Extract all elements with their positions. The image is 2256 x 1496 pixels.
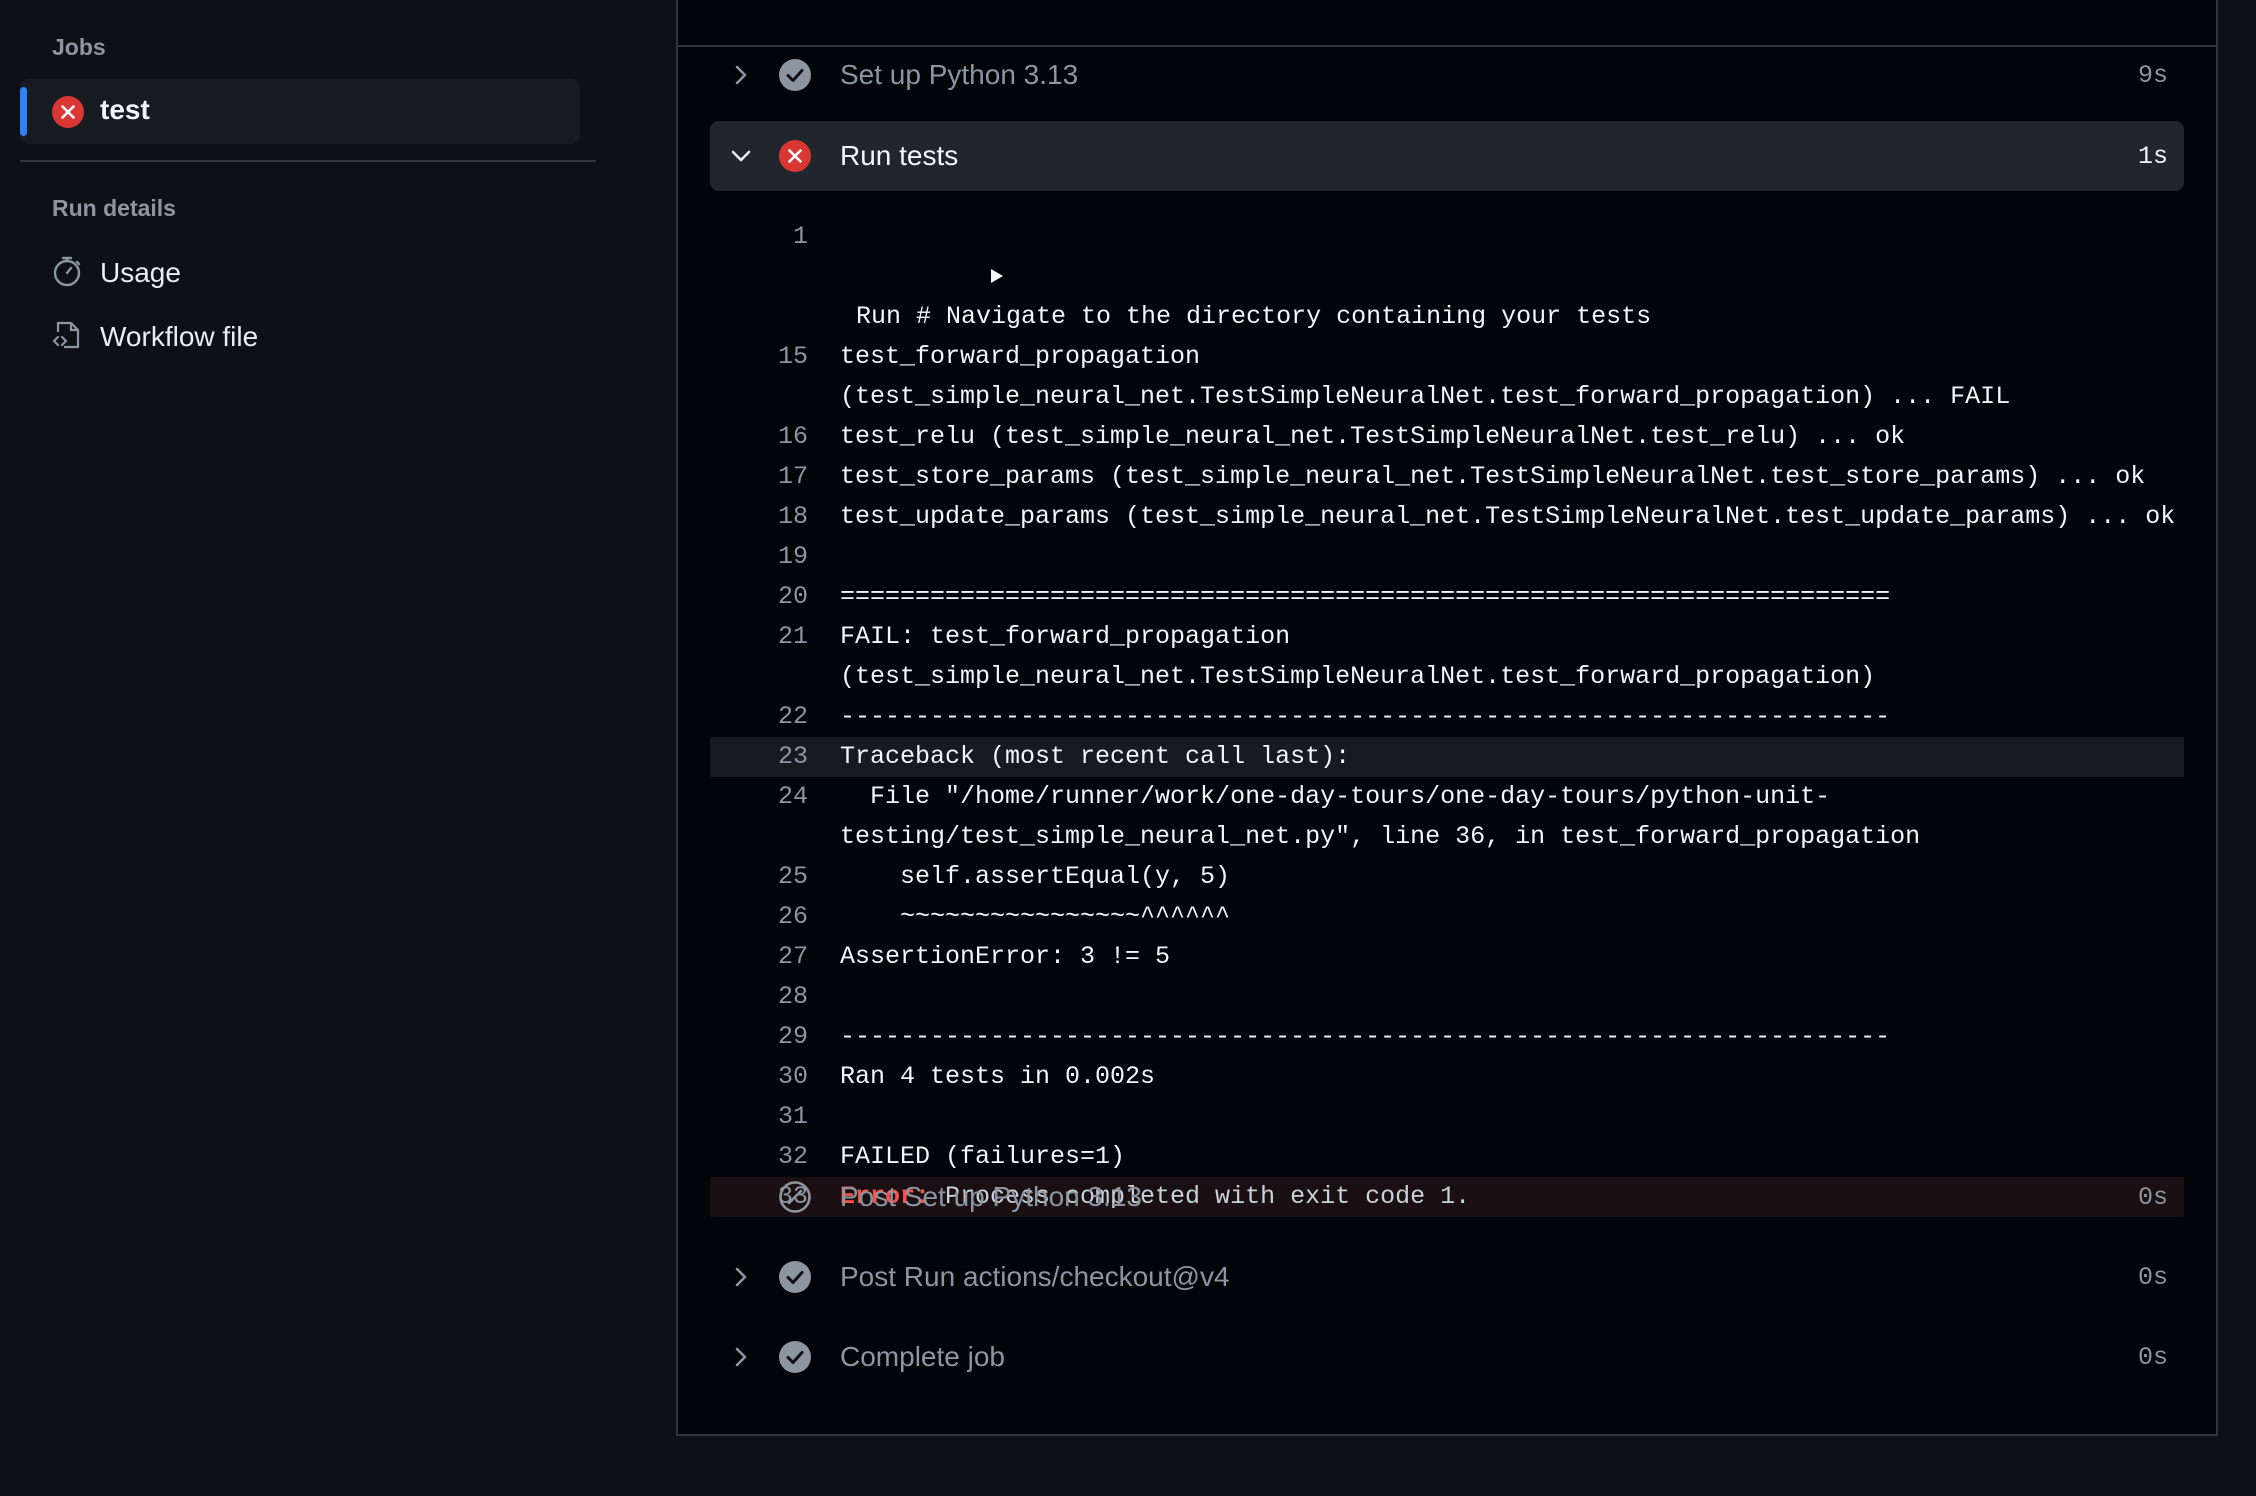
log-line: 24 File "/home/runner/work/one-day-tours… xyxy=(710,777,2184,857)
chevron-right-icon xyxy=(728,62,754,88)
step-name: Set up Python 3.13 xyxy=(840,59,1079,90)
job-name: test xyxy=(100,94,150,125)
step-duration: 0s xyxy=(2137,1183,2168,1212)
chevron-right-icon xyxy=(728,1344,754,1370)
line-number: 27 xyxy=(777,942,808,971)
log-text: self.assertEqual(y, 5) xyxy=(840,862,1231,891)
chevron-right-icon xyxy=(728,1264,754,1290)
log-output: 1 Run # Navigate to the directory contai… xyxy=(710,217,2184,1217)
line-number: 15 xyxy=(777,342,808,371)
log-text: ----------------------------------------… xyxy=(840,702,1891,731)
step-complete-job[interactable]: Complete job 0s xyxy=(710,1322,2184,1392)
log-line: 27 AssertionError: 3 != 5 xyxy=(710,937,2184,977)
line-number: 16 xyxy=(777,422,808,451)
sidebar-link-workflow-file[interactable]: Workflow file xyxy=(50,317,258,357)
log-text: test_forward_propagation (test_simple_ne… xyxy=(840,342,2011,411)
step-post-run-checkout[interactable]: Post Run actions/checkout@v4 0s xyxy=(710,1242,2184,1312)
log-text: AssertionError: 3 != 5 xyxy=(840,942,1171,971)
line-number: 1 xyxy=(792,222,808,251)
workflow-file-label: Workflow file xyxy=(100,321,259,352)
line-number: 31 xyxy=(777,1102,808,1131)
log-line: 18 test_update_params (test_simple_neura… xyxy=(710,497,2184,537)
check-circle-fill-icon xyxy=(778,1340,812,1374)
log-text: Traceback (most recent call last): xyxy=(840,742,1351,771)
active-indicator xyxy=(20,87,27,136)
step-duration: 0s xyxy=(2137,1263,2168,1292)
line-number: 23 xyxy=(777,742,808,771)
file-code-icon xyxy=(50,318,84,357)
line-number: 18 xyxy=(777,502,808,531)
log-text: ~~~~~~~~~~~~~~~~^^^^^^ xyxy=(840,902,1231,931)
x-circle-fill-icon xyxy=(778,139,812,173)
log-text: test_update_params (test_simple_neural_n… xyxy=(840,502,2176,531)
step-name: Post Run actions/checkout@v4 xyxy=(840,1261,1230,1292)
step-duration: 0s xyxy=(2137,1343,2168,1372)
log-line: 28 xyxy=(710,977,2184,1017)
line-number: 20 xyxy=(777,582,808,611)
check-circle-fill-icon xyxy=(778,1260,812,1294)
log-line: 30 Ran 4 tests in 0.002s xyxy=(710,1057,2184,1097)
log-line: 21 FAIL: test_forward_propagation (test_… xyxy=(710,617,2184,697)
stopwatch-icon xyxy=(50,254,84,293)
chevron-down-icon xyxy=(728,143,754,169)
caret-right-icon[interactable] xyxy=(840,217,1004,337)
run-details-heading: Run details xyxy=(52,195,176,221)
job-steps-panel: Set up Python 3.13 9s Run tests 1s 1 Run… xyxy=(676,0,2218,1436)
line-number: 25 xyxy=(777,862,808,891)
log-line: 25 self.assertEqual(y, 5) xyxy=(710,857,2184,897)
log-text: test_store_params (test_simple_neural_ne… xyxy=(840,462,2146,491)
log-text: ========================================… xyxy=(840,582,1891,611)
log-text: test_relu (test_simple_neural_net.TestSi… xyxy=(840,422,1906,451)
log-text: Ran 4 tests in 0.002s xyxy=(840,1062,1156,1091)
step-name: Run tests xyxy=(840,140,959,171)
line-number: 29 xyxy=(777,1022,808,1051)
log-line[interactable]: 1 Run # Navigate to the directory contai… xyxy=(710,217,2184,337)
log-line: 20 =====================================… xyxy=(710,577,2184,617)
step-run-tests[interactable]: Run tests 1s xyxy=(710,121,2184,191)
job-item-test[interactable]: test xyxy=(20,79,580,144)
line-number: 22 xyxy=(777,702,808,731)
log-text: FAIL: test_forward_propagation (test_sim… xyxy=(840,622,1876,691)
sidebar: Jobs test Run details Usage Workflow fil… xyxy=(0,0,600,1496)
log-line: 19 xyxy=(710,537,2184,577)
log-text: File "/home/runner/work/one-day-tours/on… xyxy=(840,782,1921,851)
log-line: 29 -------------------------------------… xyxy=(710,1017,2184,1057)
log-line: 22 -------------------------------------… xyxy=(710,697,2184,737)
log-line: 15 test_forward_propagation (test_simple… xyxy=(710,337,2184,417)
step-duration: 9s xyxy=(2137,61,2168,90)
skip-icon xyxy=(778,1180,812,1214)
log-line: 16 test_relu (test_simple_neural_net.Tes… xyxy=(710,417,2184,457)
usage-label: Usage xyxy=(100,257,181,288)
x-circle-fill-icon xyxy=(51,95,85,134)
step-duration: 1s xyxy=(2137,142,2168,171)
line-number: 19 xyxy=(777,542,808,571)
sidebar-divider xyxy=(20,160,596,162)
line-number: 30 xyxy=(777,1062,808,1091)
line-number: 21 xyxy=(777,622,808,651)
check-circle-fill-icon xyxy=(778,58,812,92)
log-line: 26 ~~~~~~~~~~~~~~~~^^^^^^ xyxy=(710,897,2184,937)
step-name: Complete job xyxy=(840,1341,1005,1372)
line-number: 26 xyxy=(777,902,808,931)
log-line: 17 test_store_params (test_simple_neural… xyxy=(710,457,2184,497)
log-line: 31 xyxy=(710,1097,2184,1137)
sidebar-link-usage[interactable]: Usage xyxy=(50,253,181,293)
step-post-set-up-python[interactable]: Post Set up Python 3.13 0s xyxy=(710,1162,2184,1232)
log-text: ----------------------------------------… xyxy=(840,1022,1891,1051)
log-text: Run # Navigate to the directory containi… xyxy=(856,302,1652,331)
jobs-heading: Jobs xyxy=(52,34,106,60)
log-line-highlighted: 23 Traceback (most recent call last): xyxy=(710,737,2184,777)
step-name: Post Set up Python 3.13 xyxy=(840,1181,1142,1212)
line-number: 24 xyxy=(777,782,808,811)
line-number: 28 xyxy=(777,982,808,1011)
step-set-up-python[interactable]: Set up Python 3.13 9s xyxy=(710,40,2184,110)
line-number: 17 xyxy=(777,462,808,491)
